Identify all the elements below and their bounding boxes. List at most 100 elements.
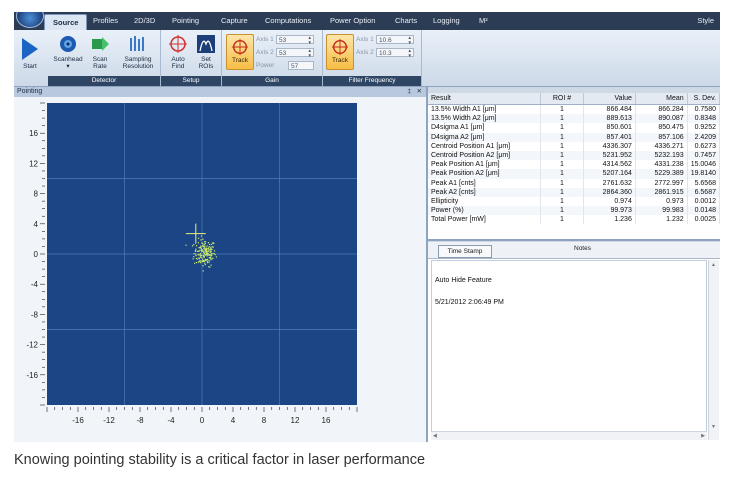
data-point <box>215 256 218 258</box>
table-row[interactable]: Centroid Position A2 [μm] 1 5231.952 5232.1… <box>428 150 720 161</box>
result-sdev-cell: 19.8140 <box>687 169 720 179</box>
result-name-cell: Centroid Position A2 [μm] <box>428 150 541 161</box>
gain-track-button[interactable]: Track <box>226 34 254 70</box>
table-row[interactable]: Ellipticity 1 0.974 0.973 0.0012 <box>428 196 720 207</box>
data-point <box>203 260 205 263</box>
table-row[interactable]: Peak A1 [cnts] 1 2761.632 2772.997 5.6568 <box>428 178 720 188</box>
y-tick-label: 0 <box>34 250 39 259</box>
data-point <box>212 246 214 248</box>
column-header-mean[interactable]: Mean <box>635 93 688 105</box>
result-mean-cell: 850.475 <box>635 123 688 133</box>
tab-logging[interactable]: Logging <box>433 16 460 25</box>
column-header-value[interactable]: Value <box>583 93 636 105</box>
tab-pointing[interactable]: Pointing <box>172 16 199 25</box>
column-header-sdev[interactable]: S. Dev. <box>687 93 720 105</box>
gain-axis1-spinner[interactable]: 53 ▲ ▼ <box>276 35 314 44</box>
style-menu[interactable]: Style <box>697 16 714 25</box>
table-row[interactable]: 13.5% Width A2 [μm] 1 889.613 890.087 0.8348 <box>428 114 720 124</box>
notes-vertical-scrollbar[interactable]: ▲ ▼ <box>708 260 719 440</box>
auto-find-button[interactable]: Auto Find <box>165 34 191 70</box>
tab-charts[interactable]: Charts <box>395 16 417 25</box>
data-point <box>211 248 213 250</box>
result-sdev-cell: 2.4209 <box>687 132 720 142</box>
start-group: Start <box>14 30 46 86</box>
filter-axis2-spinner[interactable]: 10.3 ▲ ▼ <box>376 48 414 57</box>
ribbon: Start Scanhead ▾ Scan Rate Sampling Reso… <box>14 30 720 87</box>
data-point <box>210 256 212 258</box>
notes-horizontal-scrollbar[interactable]: ◀ ▶ <box>431 431 707 440</box>
scroll-right-icon[interactable]: ▶ <box>701 433 705 439</box>
data-point <box>209 257 211 259</box>
start-button[interactable]: Start <box>18 38 42 70</box>
figure-caption: Knowing pointing stability is a critical… <box>14 452 426 468</box>
data-point <box>198 246 201 249</box>
filter-track-button[interactable]: Track <box>326 34 354 70</box>
spinner-arrows-icon[interactable]: ▲ ▼ <box>408 35 412 45</box>
table-row[interactable]: Peak Position A2 [μm] 1 5207.164 5229.389 19… <box>428 169 720 179</box>
tab-m2[interactable]: M² <box>479 16 488 25</box>
tab-computations[interactable]: Computations <box>265 16 311 25</box>
spinner-arrows-icon[interactable]: ▲ ▼ <box>308 35 312 45</box>
result-sdev-cell: 15.0046 <box>687 160 720 170</box>
sampling-resolution-button[interactable]: Sampling Resolution <box>116 34 160 70</box>
scroll-up-icon[interactable]: ▲ <box>711 262 716 268</box>
tab-2d3d[interactable]: 2D/3D <box>134 16 155 25</box>
spinner-arrows-icon[interactable]: ▲ ▼ <box>308 48 312 58</box>
data-point <box>191 245 194 247</box>
result-value-cell: 889.613 <box>583 114 636 124</box>
column-header-roi[interactable]: ROI # <box>540 93 585 105</box>
set-rois-button[interactable]: Set ROIs <box>193 34 219 70</box>
scroll-left-icon[interactable]: ◀ <box>433 433 437 439</box>
table-row[interactable]: Peak A2 [cnts] 1 2864.360 2861.915 6.5687 <box>428 187 720 197</box>
column-header-result[interactable]: Result <box>428 93 541 105</box>
data-point <box>201 242 203 244</box>
table-row[interactable]: D4sigma A2 [μm] 1 857.401 857.106 2.4209 <box>428 132 720 142</box>
filter-axis1-spinner[interactable]: 10.6 ▲ ▼ <box>376 35 414 44</box>
data-point <box>195 254 197 257</box>
data-point <box>212 242 214 244</box>
pointing-pane-title-bar: Pointing ‡ ✕ <box>14 87 426 97</box>
data-point <box>208 247 210 249</box>
spinner-arrows-icon[interactable]: ▲ ▼ <box>408 48 412 58</box>
data-point <box>204 263 206 266</box>
table-row[interactable]: 13.5% Width A1 [μm] 1 866.484 866.284 0.7580 <box>428 104 720 115</box>
scroll-down-icon[interactable]: ▼ <box>711 424 716 430</box>
data-point <box>198 257 200 259</box>
data-point <box>203 253 205 255</box>
data-point <box>205 251 207 253</box>
data-point <box>207 242 210 244</box>
gain-power-label: Power <box>256 62 275 69</box>
tab-power-option[interactable]: Power Option <box>330 16 375 25</box>
roi-number-cell: 1 <box>540 132 585 142</box>
pin-icon[interactable]: ‡ <box>407 87 411 97</box>
data-point <box>202 270 204 272</box>
result-mean-cell: 857.106 <box>635 132 688 142</box>
data-point <box>214 254 216 256</box>
tab-source[interactable]: Source <box>44 14 88 31</box>
close-icon[interactable]: ✕ <box>417 87 422 97</box>
y-tick-label: 4 <box>34 220 39 229</box>
table-row[interactable]: Peak Position A1 [μm] 1 4314.562 4331.238 15… <box>428 160 720 170</box>
result-name-cell: Total Power [mW] <box>428 215 541 225</box>
result-value-cell: 850.601 <box>583 123 636 133</box>
notes-text-area[interactable]: Auto Hide Feature 5/21/2012 2:06:49 PM <box>431 260 707 440</box>
table-row[interactable]: D4sigma A1 [μm] 1 850.601 850.475 0.9252 <box>428 123 720 133</box>
table-row[interactable]: Power (%) 1 99.973 99.983 0.0148 <box>428 206 720 216</box>
scanhead-button[interactable]: Scanhead ▾ <box>50 34 86 70</box>
tab-profiles[interactable]: Profiles <box>93 16 118 25</box>
table-row[interactable]: Centroid Position A1 [μm] 1 4336.307 4336.2… <box>428 141 720 151</box>
roi-number-cell: 1 <box>540 104 585 115</box>
x-tick-label: 16 <box>322 416 331 425</box>
filter-axis2-label: Axis 2 <box>356 49 374 56</box>
scan-rate-button[interactable]: Scan Rate <box>86 34 114 70</box>
data-point <box>185 244 187 246</box>
time-stamp-button[interactable]: Time Stamp <box>438 245 492 258</box>
data-point <box>208 249 210 251</box>
tab-capture[interactable]: Capture <box>221 16 248 25</box>
data-point <box>206 260 208 262</box>
app-orb-icon[interactable] <box>16 12 44 28</box>
gain-axis2-spinner[interactable]: 53 ▲ ▼ <box>276 48 314 57</box>
roi-number-cell: 1 <box>540 169 585 179</box>
result-value-cell: 2761.632 <box>583 178 636 188</box>
table-row[interactable]: Total Power [mW] 1 1.236 1.232 0.0025 <box>428 215 720 225</box>
